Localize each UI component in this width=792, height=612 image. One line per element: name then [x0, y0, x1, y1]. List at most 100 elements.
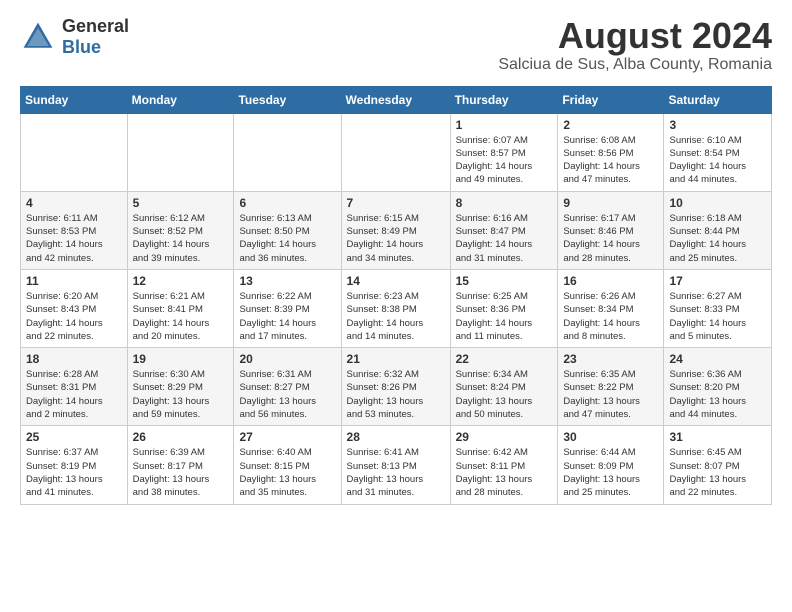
calendar-cell: 22Sunrise: 6:34 AM Sunset: 8:24 PM Dayli…	[450, 348, 558, 426]
calendar-cell: 12Sunrise: 6:21 AM Sunset: 8:41 PM Dayli…	[127, 269, 234, 347]
logo-blue-text: Blue	[62, 37, 129, 58]
day-info: Sunrise: 6:40 AM Sunset: 8:15 PM Dayligh…	[239, 446, 335, 499]
day-info: Sunrise: 6:16 AM Sunset: 8:47 PM Dayligh…	[456, 212, 553, 265]
day-info: Sunrise: 6:11 AM Sunset: 8:53 PM Dayligh…	[26, 212, 122, 265]
day-number: 18	[26, 352, 122, 366]
day-info: Sunrise: 6:18 AM Sunset: 8:44 PM Dayligh…	[669, 212, 766, 265]
day-number: 27	[239, 430, 335, 444]
day-number: 31	[669, 430, 766, 444]
calendar-cell: 7 Sunrise: 6:15 AM Sunset: 8:49 PM Daylig…	[341, 191, 450, 269]
day-info: Sunrise: 6:45 AM Sunset: 8:07 PM Dayligh…	[669, 446, 766, 499]
calendar-cell: 11 Sunrise: 6:20 AM Sunset: 8:43 PM Dayli…	[21, 269, 128, 347]
day-info: Sunrise: 6:37 AM Sunset: 8:19 PM Dayligh…	[26, 446, 122, 499]
day-number: 10	[669, 196, 766, 210]
day-number: 24	[669, 352, 766, 366]
calendar-header-monday: Monday	[127, 86, 234, 113]
day-info: Sunrise: 6:07 AM Sunset: 8:57 PM Dayligh…	[456, 134, 553, 187]
calendar-cell: 27 Sunrise: 6:40 AM Sunset: 8:15 PM Dayli…	[234, 426, 341, 504]
day-info: Sunrise: 6:41 AM Sunset: 8:13 PM Dayligh…	[347, 446, 445, 499]
day-number: 6	[239, 196, 335, 210]
calendar-cell	[341, 113, 450, 191]
month-title: August 2024	[498, 16, 772, 56]
day-info: Sunrise: 6:34 AM Sunset: 8:24 PM Dayligh…	[456, 368, 553, 421]
calendar-cell: 24 Sunrise: 6:36 AM Sunset: 8:20 PM Dayli…	[664, 348, 772, 426]
calendar-cell: 5 Sunrise: 6:12 AM Sunset: 8:52 PM Daylig…	[127, 191, 234, 269]
day-number: 4	[26, 196, 122, 210]
calendar-header-row: SundayMondayTuesdayWednesdayThursdayFrid…	[21, 86, 772, 113]
logo-general-text: General	[62, 16, 129, 37]
day-info: Sunrise: 6:32 AM Sunset: 8:26 PM Dayligh…	[347, 368, 445, 421]
calendar-week-1: 1 Sunrise: 6:07 AM Sunset: 8:57 PM Daylig…	[21, 113, 772, 191]
calendar-week-2: 4 Sunrise: 6:11 AM Sunset: 8:53 PM Daylig…	[21, 191, 772, 269]
calendar-cell	[234, 113, 341, 191]
calendar-header-tuesday: Tuesday	[234, 86, 341, 113]
day-number: 19	[133, 352, 229, 366]
day-number: 9	[563, 196, 658, 210]
day-number: 13	[239, 274, 335, 288]
calendar-cell: 21 Sunrise: 6:32 AM Sunset: 8:26 PM Dayli…	[341, 348, 450, 426]
day-info: Sunrise: 6:36 AM Sunset: 8:20 PM Dayligh…	[669, 368, 766, 421]
day-info: Sunrise: 6:21 AM Sunset: 8:41 PM Dayligh…	[133, 290, 229, 343]
calendar-cell: 28Sunrise: 6:41 AM Sunset: 8:13 PM Dayli…	[341, 426, 450, 504]
calendar-week-3: 11 Sunrise: 6:20 AM Sunset: 8:43 PM Dayli…	[21, 269, 772, 347]
calendar-cell: 15Sunrise: 6:25 AM Sunset: 8:36 PM Dayli…	[450, 269, 558, 347]
calendar-cell: 9 Sunrise: 6:17 AM Sunset: 8:46 PM Daylig…	[558, 191, 664, 269]
day-info: Sunrise: 6:23 AM Sunset: 8:38 PM Dayligh…	[347, 290, 445, 343]
calendar-header-sunday: Sunday	[21, 86, 128, 113]
calendar-table: SundayMondayTuesdayWednesdayThursdayFrid…	[20, 86, 772, 505]
calendar-header-friday: Friday	[558, 86, 664, 113]
calendar-cell: 1 Sunrise: 6:07 AM Sunset: 8:57 PM Daylig…	[450, 113, 558, 191]
calendar-cell	[127, 113, 234, 191]
day-number: 3	[669, 118, 766, 132]
title-block: August 2024 Salciua de Sus, Alba County,…	[498, 16, 772, 74]
day-info: Sunrise: 6:42 AM Sunset: 8:11 PM Dayligh…	[456, 446, 553, 499]
calendar-cell: 25 Sunrise: 6:37 AM Sunset: 8:19 PM Dayli…	[21, 426, 128, 504]
calendar-cell: 8Sunrise: 6:16 AM Sunset: 8:47 PM Daylig…	[450, 191, 558, 269]
day-number: 25	[26, 430, 122, 444]
logo: General Blue	[20, 16, 129, 58]
day-number: 2	[563, 118, 658, 132]
logo-icon	[20, 19, 56, 55]
calendar-cell: 31 Sunrise: 6:45 AM Sunset: 8:07 PM Dayli…	[664, 426, 772, 504]
calendar-cell: 29 Sunrise: 6:42 AM Sunset: 8:11 PM Dayli…	[450, 426, 558, 504]
calendar-cell: 20Sunrise: 6:31 AM Sunset: 8:27 PM Dayli…	[234, 348, 341, 426]
day-info: Sunrise: 6:17 AM Sunset: 8:46 PM Dayligh…	[563, 212, 658, 265]
day-number: 16	[563, 274, 658, 288]
page: General Blue August 2024 Salciua de Sus,…	[0, 0, 792, 521]
calendar-cell: 23 Sunrise: 6:35 AM Sunset: 8:22 PM Dayli…	[558, 348, 664, 426]
day-number: 14	[347, 274, 445, 288]
day-info: Sunrise: 6:10 AM Sunset: 8:54 PM Dayligh…	[669, 134, 766, 187]
day-info: Sunrise: 6:35 AM Sunset: 8:22 PM Dayligh…	[563, 368, 658, 421]
calendar-cell: 17 Sunrise: 6:27 AM Sunset: 8:33 PM Dayli…	[664, 269, 772, 347]
header: General Blue August 2024 Salciua de Sus,…	[20, 16, 772, 74]
day-number: 17	[669, 274, 766, 288]
day-info: Sunrise: 6:27 AM Sunset: 8:33 PM Dayligh…	[669, 290, 766, 343]
calendar-cell: 6Sunrise: 6:13 AM Sunset: 8:50 PM Daylig…	[234, 191, 341, 269]
day-number: 5	[133, 196, 229, 210]
calendar-cell: 3 Sunrise: 6:10 AM Sunset: 8:54 PM Daylig…	[664, 113, 772, 191]
day-number: 7	[347, 196, 445, 210]
day-number: 11	[26, 274, 122, 288]
calendar-cell: 4 Sunrise: 6:11 AM Sunset: 8:53 PM Daylig…	[21, 191, 128, 269]
logo-text: General Blue	[62, 16, 129, 58]
day-info: Sunrise: 6:44 AM Sunset: 8:09 PM Dayligh…	[563, 446, 658, 499]
calendar-week-4: 18 Sunrise: 6:28 AM Sunset: 8:31 PM Dayli…	[21, 348, 772, 426]
calendar-week-5: 25 Sunrise: 6:37 AM Sunset: 8:19 PM Dayli…	[21, 426, 772, 504]
day-info: Sunrise: 6:20 AM Sunset: 8:43 PM Dayligh…	[26, 290, 122, 343]
day-info: Sunrise: 6:12 AM Sunset: 8:52 PM Dayligh…	[133, 212, 229, 265]
day-info: Sunrise: 6:15 AM Sunset: 8:49 PM Dayligh…	[347, 212, 445, 265]
day-info: Sunrise: 6:31 AM Sunset: 8:27 PM Dayligh…	[239, 368, 335, 421]
day-number: 21	[347, 352, 445, 366]
calendar-cell: 14 Sunrise: 6:23 AM Sunset: 8:38 PM Dayli…	[341, 269, 450, 347]
day-info: Sunrise: 6:25 AM Sunset: 8:36 PM Dayligh…	[456, 290, 553, 343]
day-info: Sunrise: 6:22 AM Sunset: 8:39 PM Dayligh…	[239, 290, 335, 343]
calendar-cell: 2Sunrise: 6:08 AM Sunset: 8:56 PM Daylig…	[558, 113, 664, 191]
day-number: 1	[456, 118, 553, 132]
day-info: Sunrise: 6:28 AM Sunset: 8:31 PM Dayligh…	[26, 368, 122, 421]
calendar-cell: 10 Sunrise: 6:18 AM Sunset: 8:44 PM Dayli…	[664, 191, 772, 269]
calendar-cell: 13 Sunrise: 6:22 AM Sunset: 8:39 PM Dayli…	[234, 269, 341, 347]
day-number: 29	[456, 430, 553, 444]
day-info: Sunrise: 6:26 AM Sunset: 8:34 PM Dayligh…	[563, 290, 658, 343]
location-title: Salciua de Sus, Alba County, Romania	[498, 56, 772, 74]
day-number: 23	[563, 352, 658, 366]
